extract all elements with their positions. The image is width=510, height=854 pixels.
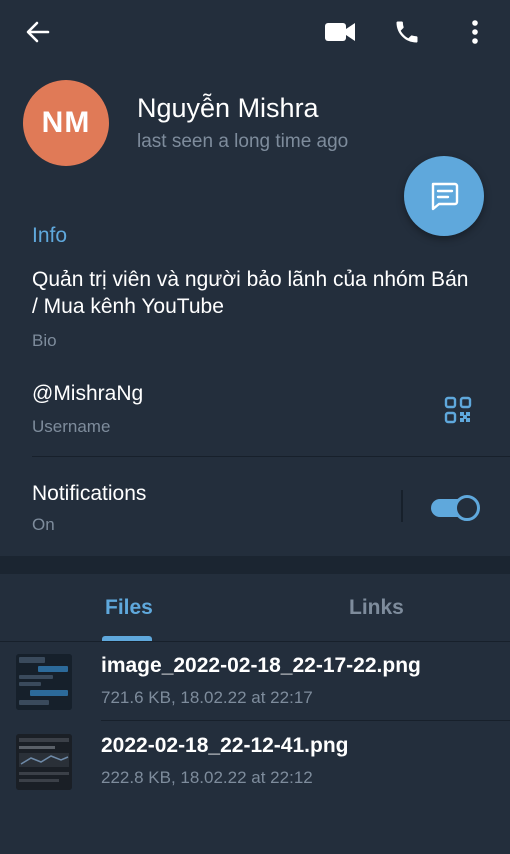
- bio-label: Bio: [32, 331, 57, 350]
- image-thumbnail-icon: [16, 734, 72, 790]
- notifications-state: On: [32, 515, 55, 534]
- phone-icon: [396, 21, 418, 43]
- shared-media-section: Files Links image_2022-02-18_22-17-22.pn…: [0, 574, 510, 854]
- notifications-toggle[interactable]: [431, 495, 480, 521]
- username-label: Username: [32, 417, 111, 436]
- divider: [101, 720, 510, 721]
- divider: [32, 456, 510, 457]
- image-thumbnail-icon: [16, 654, 72, 710]
- back-button[interactable]: [18, 12, 58, 52]
- profile-status: last seen a long time ago: [137, 131, 349, 152]
- active-tab-indicator: [102, 636, 152, 641]
- file-thumbnail[interactable]: [16, 734, 72, 790]
- video-camera-icon: [325, 23, 355, 41]
- file-thumbnail[interactable]: [16, 654, 72, 710]
- file-row[interactable]: image_2022-02-18_22-17-22.png 721.6 KB, …: [0, 646, 510, 726]
- info-title: Info: [32, 224, 68, 247]
- section-gap: [0, 556, 510, 574]
- toggle-knob: [454, 495, 480, 521]
- media-tabs: Files Links: [0, 574, 510, 642]
- profile-name: Nguyễn Mishra: [137, 93, 319, 123]
- more-options-button[interactable]: [455, 12, 495, 52]
- file-row[interactable]: 2022-02-18_22-12-41.png 222.8 KB, 18.02.…: [0, 726, 510, 806]
- tab-files[interactable]: Files: [105, 596, 153, 620]
- arrow-left-icon: [26, 21, 50, 43]
- notifications-title[interactable]: Notifications: [32, 482, 146, 506]
- qr-code-icon: [444, 396, 472, 424]
- info-section: Info Quản trị viên và người bảo lãnh của…: [0, 196, 510, 556]
- tab-links[interactable]: Links: [349, 596, 404, 620]
- more-vertical-icon: [472, 20, 478, 44]
- vertical-separator: [401, 490, 403, 522]
- file-name: 2022-02-18_22-12-41.png: [101, 734, 349, 757]
- username-text[interactable]: @MishraNg: [32, 382, 143, 406]
- message-icon: [431, 182, 459, 211]
- avatar-initials: NM: [41, 106, 91, 139]
- voice-call-button[interactable]: [387, 12, 427, 52]
- avatar[interactable]: NM: [23, 80, 109, 166]
- bio-text[interactable]: Quản trị viên và người bảo lãnh của nhóm…: [32, 266, 472, 320]
- file-meta: 721.6 KB, 18.02.22 at 22:17: [101, 688, 313, 707]
- qr-code-button[interactable]: [440, 392, 476, 428]
- video-call-button[interactable]: [320, 12, 360, 52]
- file-name: image_2022-02-18_22-17-22.png: [101, 654, 421, 677]
- file-meta: 222.8 KB, 18.02.22 at 22:12: [101, 768, 313, 787]
- message-button[interactable]: [404, 156, 484, 236]
